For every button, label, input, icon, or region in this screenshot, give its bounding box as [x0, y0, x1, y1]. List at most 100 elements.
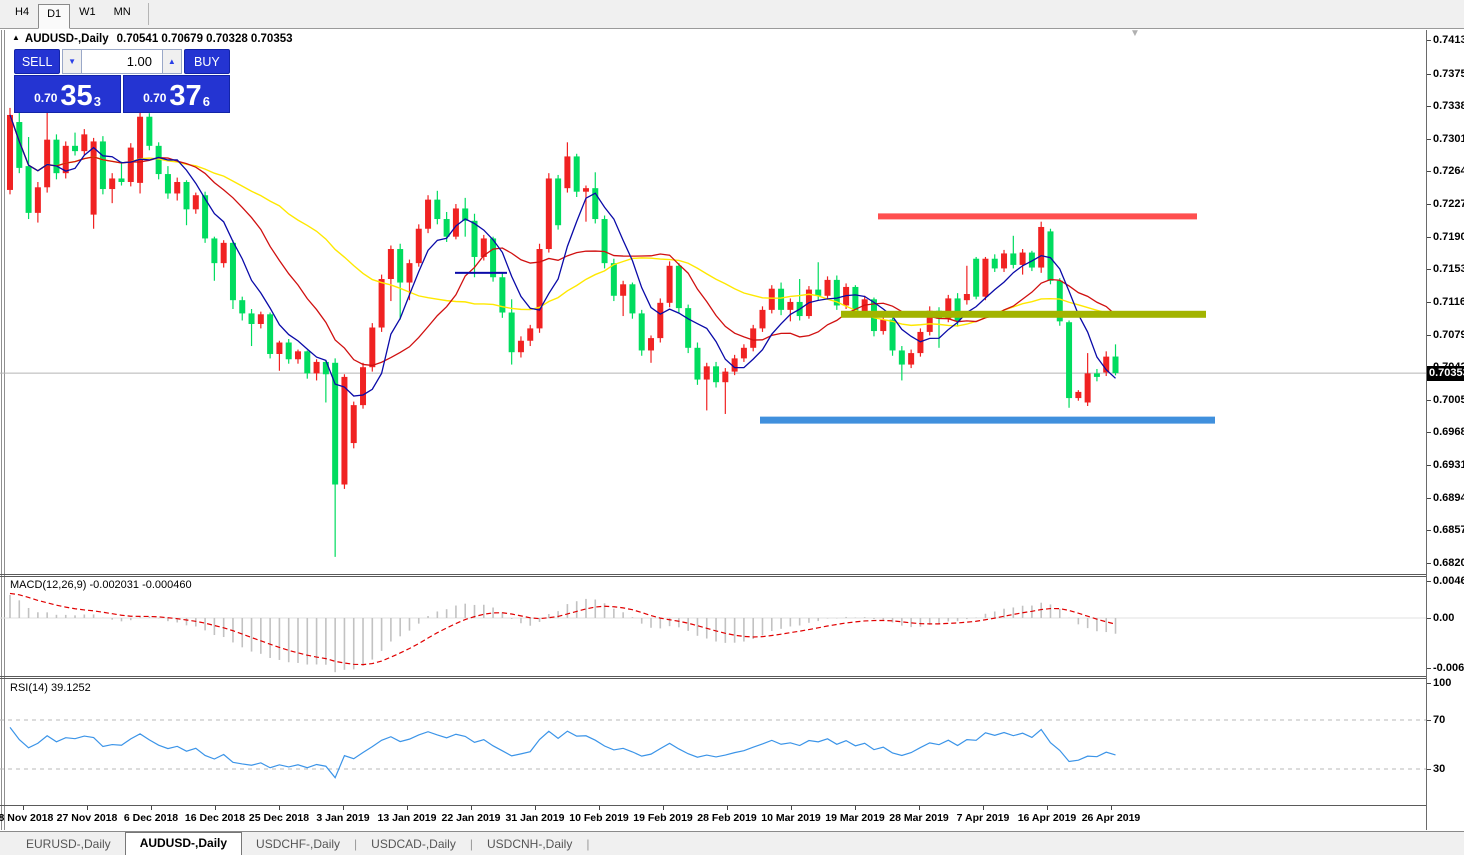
candle-body — [193, 195, 199, 209]
volume-input[interactable] — [82, 49, 162, 74]
candle-body — [1020, 253, 1026, 265]
candle-body — [667, 266, 673, 303]
candle-body — [611, 263, 617, 296]
candle-body — [574, 156, 580, 191]
candle-body — [453, 208, 459, 236]
candle-body — [908, 353, 914, 364]
candle-body — [955, 298, 961, 321]
candle-body — [360, 367, 366, 405]
trendline-support-blue[interactable] — [760, 417, 1215, 424]
candle-body — [890, 320, 896, 351]
candle-body — [128, 148, 134, 182]
candle-body — [750, 328, 756, 347]
candle-body — [648, 338, 654, 350]
candle-body — [341, 377, 347, 485]
candle-body — [676, 266, 682, 308]
scroll-to-end-marker-icon[interactable]: ▼ — [1130, 28, 1140, 39]
candle-body — [44, 140, 50, 188]
volume-decrease-button[interactable]: ▼ — [62, 49, 82, 74]
price-chart-canvas[interactable] — [0, 0, 1464, 855]
candle-body — [425, 200, 431, 229]
candle-body — [7, 115, 13, 190]
candle-body — [992, 259, 998, 269]
candle-body — [825, 280, 831, 296]
candle-body — [973, 259, 979, 297]
candle-body — [602, 219, 608, 263]
candle-body — [713, 366, 719, 382]
candle-body — [518, 341, 524, 352]
rsi-line — [10, 727, 1116, 777]
candle-body — [146, 117, 152, 146]
trendline-pivot-olive[interactable] — [841, 311, 1206, 318]
candle-body — [1085, 373, 1091, 402]
candle-body — [704, 366, 710, 379]
candle-body — [759, 310, 765, 329]
sell-price-panel[interactable]: 0.70353 — [14, 75, 121, 113]
candle-body — [295, 351, 301, 359]
candle-body — [35, 187, 41, 213]
candle-body — [555, 178, 561, 225]
candle-body — [787, 302, 793, 310]
sell-price-sup: 3 — [94, 94, 101, 109]
volume-increase-button[interactable]: ▲ — [162, 49, 182, 74]
candle-body — [685, 308, 691, 348]
candle-body — [276, 343, 282, 354]
candle-body — [221, 243, 227, 263]
candle-body — [174, 182, 180, 193]
candle-body — [1038, 227, 1044, 268]
candle-body — [434, 200, 440, 219]
collapse-triangle-icon[interactable]: ▲ — [12, 33, 20, 42]
candle-body — [1066, 322, 1072, 398]
candle-body — [91, 141, 97, 214]
candle-body — [722, 372, 728, 383]
candle-body — [583, 188, 589, 192]
candle-body — [304, 351, 310, 373]
candle-body — [406, 263, 412, 282]
candle-body — [286, 343, 292, 360]
candle-body — [657, 303, 663, 338]
candle-body — [564, 156, 570, 188]
buy-button[interactable]: BUY — [184, 49, 230, 74]
candle-body — [332, 363, 338, 485]
candle-body — [527, 328, 533, 340]
candle-body — [118, 178, 124, 182]
symbol-period-label: AUDUSD-,Daily — [25, 33, 109, 45]
candle-body — [444, 219, 450, 237]
candle-body — [694, 348, 700, 380]
candle-body — [100, 141, 106, 189]
candle-body — [184, 182, 190, 209]
candle-body — [1047, 231, 1053, 280]
buy-price-panel[interactable]: 0.70376 — [123, 75, 230, 113]
rsi-value: 39.1252 — [51, 682, 91, 694]
candle-body — [379, 279, 385, 328]
candle-body — [629, 284, 635, 313]
candle-body — [1094, 373, 1100, 377]
ma-slow-line — [10, 115, 1116, 326]
candle-body — [249, 313, 255, 324]
candle-body — [239, 300, 245, 313]
candle-body — [258, 314, 264, 324]
candle-body — [1113, 357, 1119, 374]
candle-body — [109, 178, 115, 189]
candle-body — [964, 294, 970, 300]
sell-button[interactable]: SELL — [14, 49, 60, 74]
candle-body — [769, 289, 775, 310]
trendline-segment-navy[interactable] — [455, 272, 507, 274]
candle-body — [880, 320, 886, 331]
sell-price-prefix: 0.70 — [34, 91, 57, 105]
candle-body — [509, 313, 515, 353]
candle-body — [490, 238, 496, 277]
current-price-badge: 0.70353 — [1427, 366, 1464, 381]
trendline-resistance-red[interactable] — [878, 213, 1197, 219]
candle-body — [1001, 253, 1007, 268]
candle-body — [620, 284, 626, 295]
candle-body — [388, 249, 394, 279]
buy-price-big: 37 — [169, 83, 201, 109]
terminal-window: H4 D1 W1 MN ▲AUDUSD-,Daily0.70541 0.7067… — [0, 0, 1464, 855]
candle-body — [369, 328, 375, 368]
candle-body — [397, 249, 403, 283]
ohlc-values: 0.70541 0.70679 0.70328 0.70353 — [117, 33, 293, 45]
candle-body — [165, 174, 171, 193]
candle-body — [81, 134, 87, 151]
candle-body — [472, 221, 478, 257]
